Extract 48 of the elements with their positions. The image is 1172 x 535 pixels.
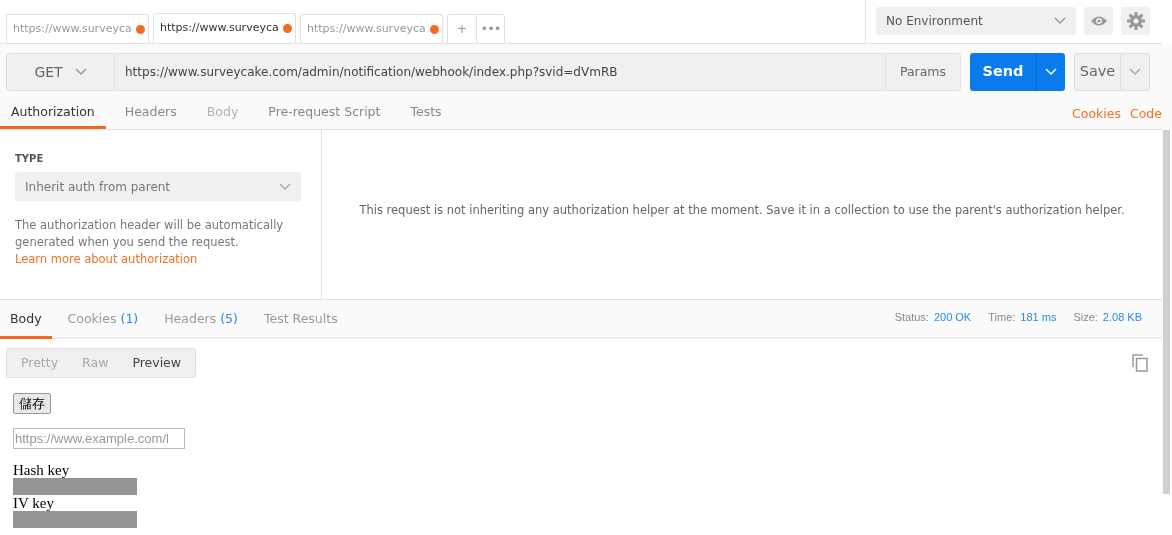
meta-label: Size: xyxy=(1073,310,1098,326)
meta-label: Status: xyxy=(894,310,929,326)
params-button[interactable]: Params xyxy=(885,53,961,91)
request-tab[interactable]: https://www.surveyca xyxy=(6,14,149,43)
field-label: IV key xyxy=(13,495,54,511)
request-tab[interactable]: https://www.surveyca xyxy=(300,14,443,43)
caret-icon xyxy=(1054,16,1066,25)
response-tab[interactable]: Headers (5) xyxy=(154,308,248,339)
new-tab-button[interactable]: + xyxy=(448,15,476,43)
auth-type-dropdown[interactable]: Inherit auth from parent xyxy=(15,172,301,201)
meta-value: 2.08 KB xyxy=(1102,310,1142,326)
auth-description: The authorization header will be automatically generated when you send the request. Learn more about authorization xyxy=(15,217,285,268)
caret-icon xyxy=(1045,68,1057,76)
type-label: TYPE xyxy=(15,152,45,166)
code-link[interactable]: Code xyxy=(1130,104,1162,124)
eye-button[interactable] xyxy=(1084,6,1113,35)
scrollbar[interactable] xyxy=(1163,130,1170,494)
meta-value: 200 OK xyxy=(933,310,972,326)
response-tab[interactable]: Cookies (1) xyxy=(57,308,149,339)
view-mode-tab[interactable]: Raw xyxy=(70,349,121,377)
auth-message: This request is not inheriting any authorization helper at the moment. Save it in a collection to use the parent's authorization helper. xyxy=(359,202,1125,220)
meta-value: 181 ms xyxy=(1020,310,1057,326)
request-section-tab[interactable]: Tests xyxy=(399,99,453,129)
url-field[interactable]: https://www.surveycake.com/admin/notification/webhook/index.php?svid=dVmRB xyxy=(115,53,885,91)
request-section-tab[interactable]: Pre-request Script xyxy=(257,99,392,129)
caret-icon xyxy=(279,182,291,191)
caret-icon xyxy=(74,68,87,76)
field-label: Hash key xyxy=(13,462,70,478)
cookies-link[interactable]: Cookies xyxy=(1072,104,1121,124)
environment-dropdown[interactable]: No Environment xyxy=(876,6,1076,35)
response-tab[interactable]: Body xyxy=(0,308,52,339)
more-tabs-button[interactable]: ••• xyxy=(476,15,504,43)
caret-icon xyxy=(1129,68,1141,76)
eye-icon xyxy=(1089,14,1108,27)
request-tab[interactable]: https://www.surveyca xyxy=(153,13,296,43)
save-button[interactable]: 儲存 xyxy=(13,393,51,414)
meta-label: Time: xyxy=(988,310,1016,326)
method-dropdown[interactable]: GET xyxy=(6,53,115,91)
request-section-tab[interactable]: Headers xyxy=(113,99,188,129)
url-input-field[interactable]: https://www.example.com/l xyxy=(13,428,185,449)
settings-button[interactable] xyxy=(1121,6,1150,35)
settings-icon xyxy=(1126,11,1145,30)
response-tab[interactable]: Test Results xyxy=(253,308,348,339)
request-section-tab[interactable]: Authorization xyxy=(0,99,106,129)
copy-icon xyxy=(1132,354,1148,372)
view-mode-tab[interactable]: Preview xyxy=(120,349,194,377)
view-mode-tab[interactable]: Pretty xyxy=(9,349,71,377)
learn-more-link[interactable]: Learn more about authorization xyxy=(15,252,198,266)
